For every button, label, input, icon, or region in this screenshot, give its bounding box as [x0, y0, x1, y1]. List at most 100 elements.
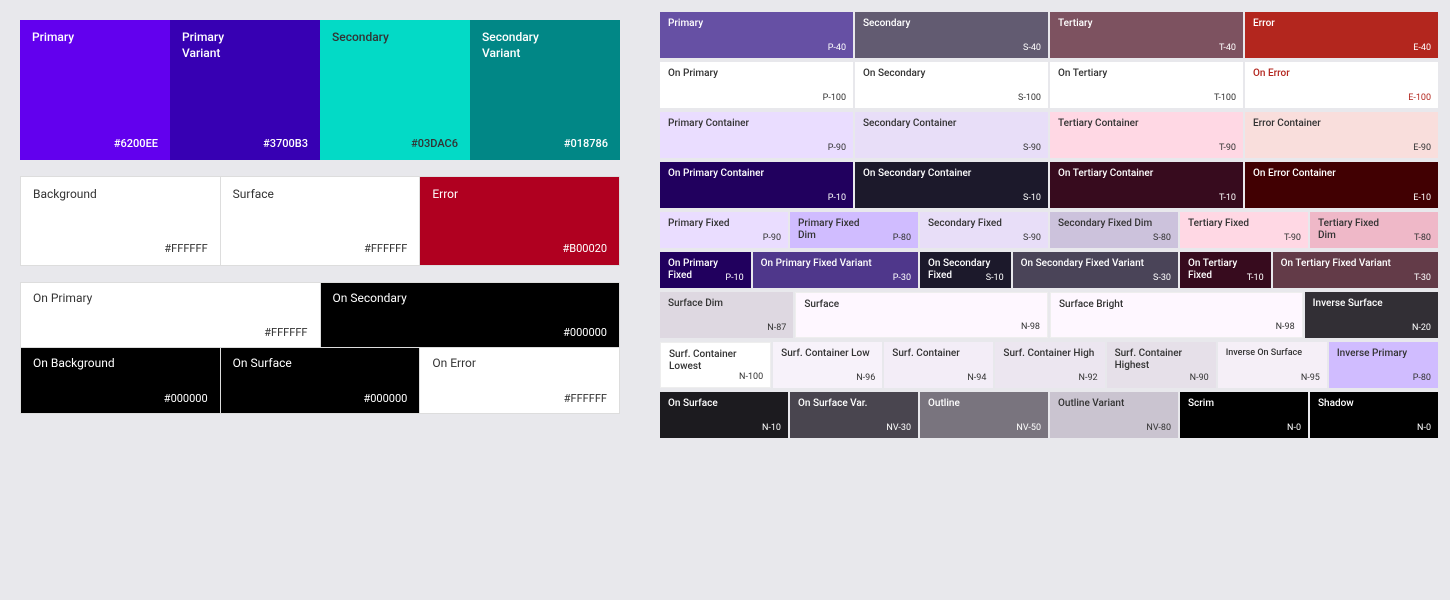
outline-variant-code: NV-80 — [1146, 423, 1171, 433]
primary-variant-label: PrimaryVariant — [182, 30, 308, 61]
on-background-label: On Background — [33, 356, 208, 370]
on-tertiary-fixed-variant-code: T-30 — [1414, 273, 1431, 283]
on-secondary-fixed-variant-code: S-30 — [1153, 273, 1171, 283]
on-error-cell-label: On Error — [1253, 68, 1430, 80]
secondary-cell: Secondary S-40 — [855, 12, 1048, 58]
on-error-container-label: On Error Container — [1253, 168, 1430, 180]
surface-dim-cell: Surface Dim N-87 — [660, 292, 793, 338]
on-surface-cell: On Surface N-10 — [660, 392, 788, 438]
surface-dim-code: N-87 — [767, 323, 786, 333]
on-primary-container-label: On Primary Container — [668, 168, 845, 180]
surface-hex: #FFFFFF — [364, 242, 407, 255]
secondary-cell-label: Secondary — [863, 18, 1040, 30]
scrim-code: N-0 — [1287, 423, 1301, 433]
surf-container-label: Surf. Container — [892, 348, 985, 360]
on-primary-cell-code: P-100 — [823, 93, 846, 103]
on-secondary-container-label: On Secondary Container — [863, 168, 1040, 180]
on-secondary-swatch: On Secondary #000000 — [321, 283, 620, 347]
on-surface-variant-cell: On Surface Var. NV-30 — [790, 392, 918, 438]
secondary-fixed-label: Secondary Fixed — [928, 218, 1040, 230]
inverse-surface-label: Inverse Surface — [1313, 298, 1430, 310]
primary-swatch: Primary #6200EE — [20, 20, 170, 160]
shadow-label: Shadow — [1318, 398, 1430, 410]
color-row-4: On Primary Container P-10 On Secondary C… — [660, 162, 1438, 208]
on-secondary-fixed-variant-cell: On Secondary Fixed Variant S-30 — [1013, 252, 1178, 288]
error-container-label: Error Container — [1253, 118, 1430, 130]
on-secondary-cell-code: S-100 — [1018, 93, 1041, 103]
tertiary-fixed-label: Tertiary Fixed — [1188, 218, 1300, 230]
error-cell-code: E-40 — [1413, 43, 1431, 53]
secondary-variant-swatch: SecondaryVariant #018786 — [470, 20, 620, 160]
on-error-left-hex: #FFFFFF — [564, 392, 607, 405]
primary-fixed-label: Primary Fixed — [668, 218, 780, 230]
inverse-on-surface-code: N-95 — [1301, 373, 1320, 383]
secondary-variant-hex: #018786 — [564, 137, 608, 150]
shadow-cell: Shadow N-0 — [1310, 392, 1438, 438]
error-container-code: E-90 — [1413, 143, 1431, 153]
color-row-8: On Surface N-10 On Surface Var. NV-30 Ou… — [660, 392, 1438, 438]
secondary-fixed-cell: Secondary Fixed S-90 — [920, 212, 1048, 248]
on-primary-hex: #FFFFFF — [264, 326, 307, 339]
primary-cell-label: Primary — [668, 18, 845, 30]
outline-variant-label: Outline Variant — [1058, 398, 1170, 410]
on-background-hex: #000000 — [164, 392, 208, 405]
on-surface-left-swatch: On Surface #000000 — [221, 348, 421, 413]
on-tertiary-cell: On Tertiary T-100 — [1050, 62, 1243, 108]
primary-variant-hex: #3700B3 — [263, 137, 308, 150]
on-surface-left-hex: #000000 — [363, 392, 407, 405]
color-row-7: Surf. Container Lowest N-100 Surf. Conta… — [660, 342, 1438, 388]
on-surface-variant-label: On Surface Var. — [798, 398, 910, 410]
surf-container-low-code: N-96 — [856, 373, 875, 383]
on-primary-container-cell: On Primary Container P-10 — [660, 162, 853, 208]
primary-fixed-dim-code: P-80 — [893, 233, 911, 243]
primary-container-label: Primary Container — [668, 118, 845, 130]
color-row-1: Primary P-40 Secondary S-40 Tertiary T-4… — [660, 12, 1438, 58]
on-primary-fixed-variant-code: P-30 — [893, 273, 911, 283]
surface-label: Surface — [233, 187, 408, 201]
shadow-code: N-0 — [1417, 423, 1431, 433]
inverse-primary-code: P-80 — [1413, 373, 1431, 383]
surface-bright-cell: Surface Bright N-98 — [1050, 292, 1303, 338]
on-primary-container-code: P-10 — [828, 193, 846, 203]
on-primary-fixed-cell: On Primary Fixed P-10 — [660, 252, 751, 288]
surf-container-highest-cell: Surf. Container Highest N-90 — [1107, 342, 1216, 388]
primary-cell: Primary P-40 — [660, 12, 853, 58]
primary-fixed-cell: Primary Fixed P-90 — [660, 212, 788, 248]
on-tertiary-cell-label: On Tertiary — [1058, 68, 1235, 80]
scrim-label: Scrim — [1188, 398, 1300, 410]
secondary-fixed-dim-cell: Secondary Fixed Dim S-80 — [1050, 212, 1178, 248]
surf-container-high-cell: Surf. Container High N-92 — [995, 342, 1104, 388]
background-swatch: Background #FFFFFF — [21, 177, 221, 265]
on-primary-swatch: On Primary #FFFFFF — [21, 283, 321, 347]
surface-right-label: Surface — [804, 299, 1039, 311]
on-tertiary-cell-code: T-100 — [1214, 93, 1236, 103]
error-cell-label: Error — [1253, 18, 1430, 30]
tertiary-fixed-dim-code: T-80 — [1414, 233, 1431, 243]
surf-container-high-label: Surf. Container High — [1003, 348, 1096, 360]
tertiary-container-label: Tertiary Container — [1058, 118, 1235, 130]
error-label: Error — [432, 187, 607, 201]
on-error-left-label: On Error — [432, 356, 607, 370]
on-secondary-label: On Secondary — [333, 291, 608, 305]
surf-container-lowest-label: Surf. Container Lowest — [669, 349, 762, 373]
on-error-container-code: E-10 — [1413, 193, 1431, 203]
inverse-on-surface-cell: Inverse On Surface N-95 — [1218, 342, 1327, 388]
surf-container-lowest-cell: Surf. Container Lowest N-100 — [660, 342, 771, 388]
surf-container-lowest-code: N-100 — [739, 372, 763, 382]
primary-label: Primary — [32, 30, 158, 44]
secondary-label: Secondary — [332, 30, 458, 44]
on-primary-cell-label: On Primary — [668, 68, 845, 80]
surface-bright-label: Surface Bright — [1059, 299, 1294, 311]
surf-container-cell: Surf. Container N-94 — [884, 342, 993, 388]
surface-right-code: N-98 — [1021, 322, 1040, 332]
on-secondary-container-cell: On Secondary Container S-10 — [855, 162, 1048, 208]
on-error-cell: On Error E-100 — [1245, 62, 1438, 108]
tertiary-container-cell: Tertiary Container T-90 — [1050, 112, 1243, 158]
on-tertiary-fixed-variant-cell: On Tertiary Fixed Variant T-30 — [1273, 252, 1438, 288]
outline-code: NV-50 — [1016, 423, 1041, 433]
on-error-left-swatch: On Error #FFFFFF — [420, 348, 619, 413]
primary-container-code: P-90 — [828, 143, 846, 153]
surf-container-highest-label: Surf. Container Highest — [1115, 348, 1208, 372]
on-tertiary-container-label: On Tertiary Container — [1058, 168, 1235, 180]
inverse-primary-cell: Inverse Primary P-80 — [1329, 342, 1438, 388]
